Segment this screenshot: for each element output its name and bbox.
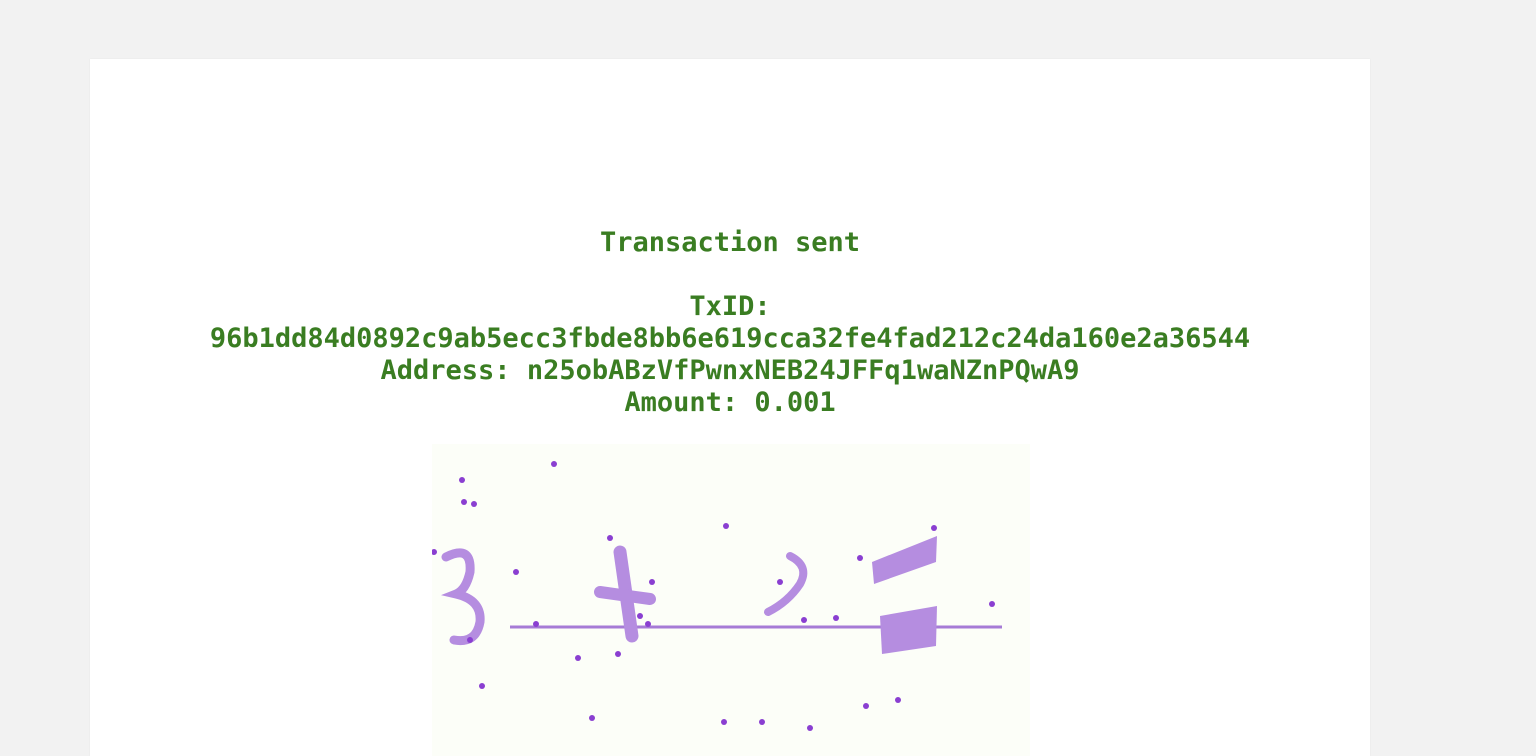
captcha-glyph-equals-bottom <box>880 606 937 654</box>
captcha-glyph-plus-h <box>594 586 656 605</box>
transaction-result: Transaction sent TxID: 96b1dd84d0892c9ab… <box>90 227 1370 419</box>
txid-value: 96b1dd84d0892c9ab5ecc3fbde8bb6e619cca32f… <box>209 323 1251 354</box>
address-line: Address: n25obABzVfPwnxNEB24JFFq1waNZnPQ… <box>90 355 1370 387</box>
captcha-image <box>432 444 1030 756</box>
result-card: Transaction sent TxID: 96b1dd84d0892c9ab… <box>90 59 1370 756</box>
captcha-drawing <box>432 461 1002 731</box>
address-value: n25obABzVfPwnxNEB24JFFq1waNZnPQwA9 <box>526 355 1080 386</box>
captcha-noise-dots <box>432 461 995 731</box>
amount-value: 0.001 <box>754 387 836 418</box>
status-title: Transaction sent <box>599 227 861 258</box>
captcha-glyph-equals-top <box>872 536 937 584</box>
address-label: Address: <box>380 355 511 386</box>
captcha-glyph-question <box>764 552 808 616</box>
amount-label: Amount: <box>624 387 739 418</box>
txid-label: TxID: <box>689 291 771 322</box>
amount-line: Amount: 0.001 <box>90 387 1370 419</box>
captcha-glyph-3 <box>441 548 485 646</box>
